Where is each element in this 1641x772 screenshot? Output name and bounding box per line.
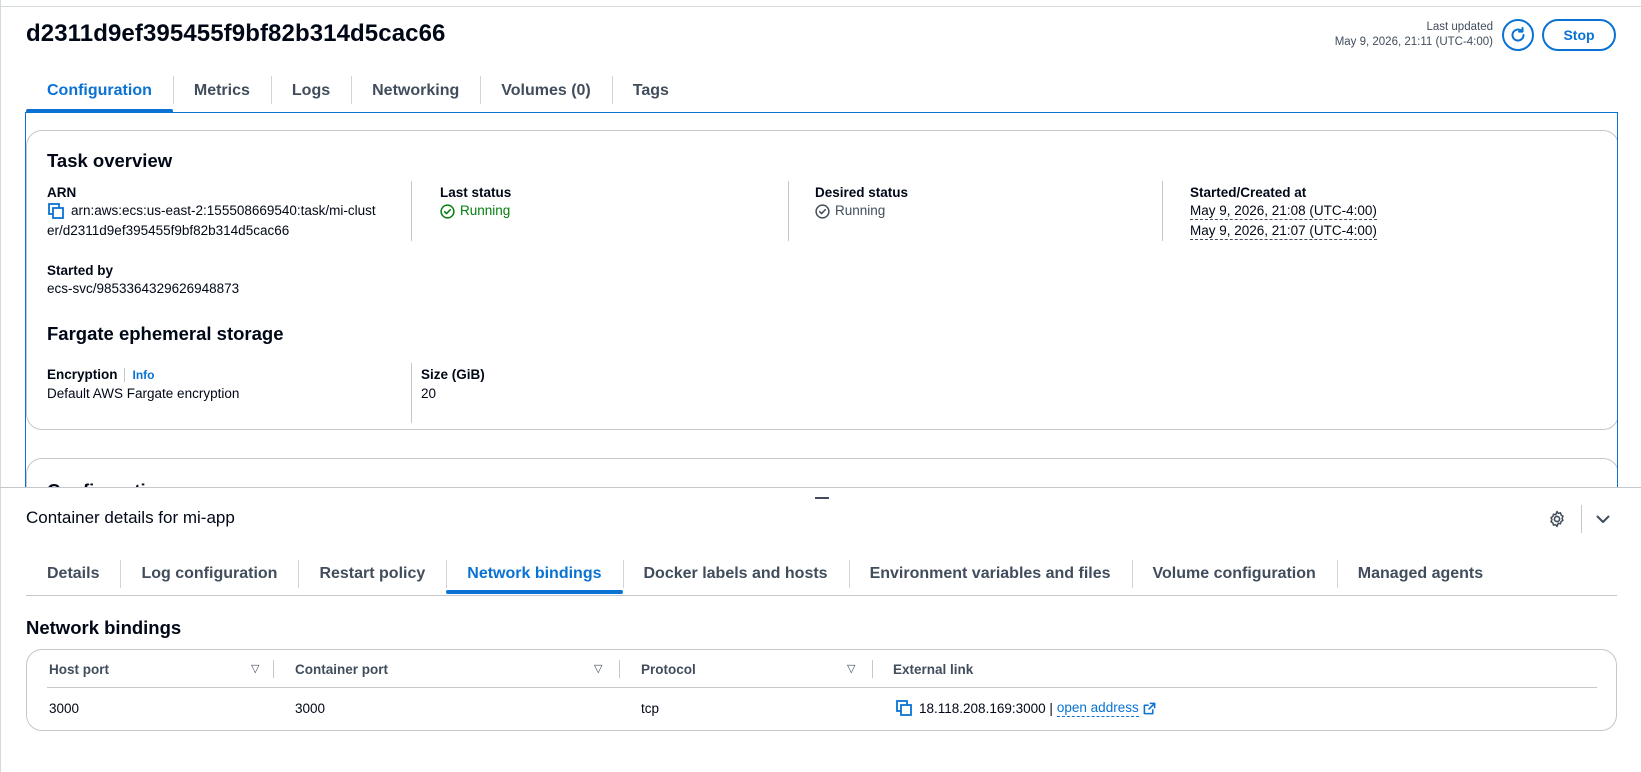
- tab-networking[interactable]: Networking: [351, 72, 480, 110]
- column-divider: [411, 363, 412, 423]
- sort-icon[interactable]: ▽: [847, 662, 855, 675]
- last-status-text: Running: [460, 203, 511, 218]
- copy-address-icon[interactable]: [895, 699, 913, 717]
- task-tabs: Configuration Metrics Logs Networking Vo…: [26, 72, 690, 113]
- copy-arn-icon[interactable]: [47, 202, 65, 220]
- arn-value: arn:aws:ecs:us-east-2:155508669540:task/…: [47, 201, 397, 241]
- tab-details[interactable]: Details: [26, 556, 120, 592]
- chevron-down-icon: [1596, 515, 1610, 523]
- ephemeral-storage-title: Fargate ephemeral storage: [47, 323, 284, 344]
- arn-line-1: arn:aws:ecs:us-east-2:155508669540:task/…: [71, 203, 376, 218]
- task-overview-title: Task overview: [47, 150, 173, 171]
- desired-status-text: Running: [835, 203, 886, 218]
- column-header-host-port[interactable]: Host port: [49, 650, 109, 688]
- stop-button[interactable]: Stop: [1542, 19, 1616, 51]
- open-address-link[interactable]: open address: [1056, 700, 1139, 717]
- container-details-tabs: Details Log configuration Restart policy…: [26, 556, 1504, 596]
- started-created-values: May 9, 2026, 21:08 (UTC-4:00) May 9, 202…: [1190, 201, 1377, 241]
- network-bindings-title: Network bindings: [26, 617, 182, 638]
- table-header-divider: [47, 687, 1597, 688]
- last-status-label: Last status: [440, 185, 512, 200]
- size-value: 20: [421, 386, 437, 401]
- size-label: Size (GiB): [421, 367, 485, 382]
- column-resizer[interactable]: [273, 660, 274, 678]
- column-header-protocol[interactable]: Protocol: [641, 650, 696, 688]
- tab-tags[interactable]: Tags: [611, 72, 690, 110]
- external-link-icon[interactable]: [1143, 702, 1156, 715]
- last-updated: Last updated May 9, 2026, 21:11 (UTC-4:0…: [1335, 20, 1493, 50]
- tab-metrics[interactable]: Metrics: [172, 72, 271, 110]
- configuration-tab-panel: Task overview ARN arn:aws:ecs:us-east-2:…: [25, 112, 1618, 488]
- tab-environment-variables[interactable]: Environment variables and files: [848, 556, 1132, 592]
- started-by-value: ecs-svc/9853364329626948873: [47, 281, 240, 296]
- external-address: 18.118.208.169:3000 |: [919, 700, 1053, 716]
- split-panel-divider: [0, 487, 1641, 488]
- last-updated-label: Last updated: [1426, 21, 1493, 33]
- started-created-label: Started/Created at: [1190, 185, 1307, 200]
- tab-configuration[interactable]: Configuration: [26, 72, 173, 113]
- last-updated-value: May 9, 2026, 21:11 (UTC-4:00): [1334, 36, 1493, 48]
- column-divider: [788, 181, 789, 241]
- desired-status-value: Running: [815, 201, 885, 221]
- cell-protocol: tcp: [641, 700, 660, 716]
- encryption-info-link[interactable]: Info: [123, 367, 155, 382]
- desired-status-label: Desired status: [815, 185, 909, 200]
- gear-icon: [1550, 510, 1564, 528]
- status-check-icon: [815, 203, 830, 219]
- configuration-card: Configuration: [26, 458, 1617, 488]
- tab-managed-agents[interactable]: Managed agents: [1336, 556, 1504, 592]
- tab-docker-labels[interactable]: Docker labels and hosts: [622, 556, 849, 592]
- refresh-icon: [1511, 27, 1525, 42]
- refresh-button[interactable]: [1502, 19, 1534, 51]
- status-success-icon: [440, 203, 455, 219]
- column-resizer[interactable]: [619, 660, 620, 678]
- column-divider: [411, 181, 412, 241]
- window-top-border: [0, 6, 1641, 7]
- sort-icon[interactable]: ▽: [594, 662, 602, 675]
- task-overview-card: Task overview ARN arn:aws:ecs:us-east-2:…: [26, 130, 1617, 430]
- column-divider: [1162, 181, 1163, 241]
- tab-logs[interactable]: Logs: [270, 72, 351, 110]
- encryption-label-row: Encryption Info: [47, 367, 155, 382]
- cell-external-link: 18.118.208.169:3000 | open address: [895, 688, 1156, 728]
- preferences-button[interactable]: [1546, 508, 1568, 530]
- header-divider: [1581, 505, 1582, 533]
- last-status-value: Running: [440, 201, 510, 221]
- started-by-label: Started by: [47, 263, 114, 278]
- started-at-value: May 9, 2026, 21:08 (UTC-4:00): [1190, 203, 1377, 220]
- arn-line-2: er/d2311d9ef395455f9bf82b314d5cac66: [47, 223, 290, 238]
- cell-host-port: 3000: [49, 700, 80, 716]
- sort-icon[interactable]: ▽: [251, 662, 259, 675]
- tab-volumes[interactable]: Volumes (0): [480, 72, 612, 110]
- resize-handle[interactable]: [815, 497, 829, 499]
- arn-label: ARN: [47, 185, 77, 200]
- tab-restart-policy[interactable]: Restart policy: [298, 556, 446, 592]
- tab-log-configuration[interactable]: Log configuration: [120, 556, 298, 592]
- created-at-value: May 9, 2026, 21:07 (UTC-4:00): [1190, 223, 1377, 240]
- page-title: d2311d9ef395455f9bf82b314d5cac66: [26, 20, 446, 47]
- column-header-container-port[interactable]: Container port: [295, 650, 388, 688]
- collapse-panel-button[interactable]: [1592, 508, 1614, 530]
- network-bindings-table: Host port ▽ Container port ▽ Protocol ▽ …: [26, 649, 1617, 731]
- column-resizer[interactable]: [872, 660, 873, 678]
- tab-volume-configuration[interactable]: Volume configuration: [1131, 556, 1337, 592]
- tab-network-bindings[interactable]: Network bindings: [446, 556, 623, 594]
- encryption-label: Encryption: [47, 367, 118, 382]
- container-details-title: Container details for mi-app: [26, 508, 235, 527]
- window-left-border: [0, 0, 1, 772]
- cell-container-port: 3000: [295, 700, 326, 716]
- tabs-underline: [26, 595, 1617, 596]
- column-header-external-link: External link: [893, 661, 974, 677]
- encryption-value: Default AWS Fargate encryption: [47, 386, 240, 401]
